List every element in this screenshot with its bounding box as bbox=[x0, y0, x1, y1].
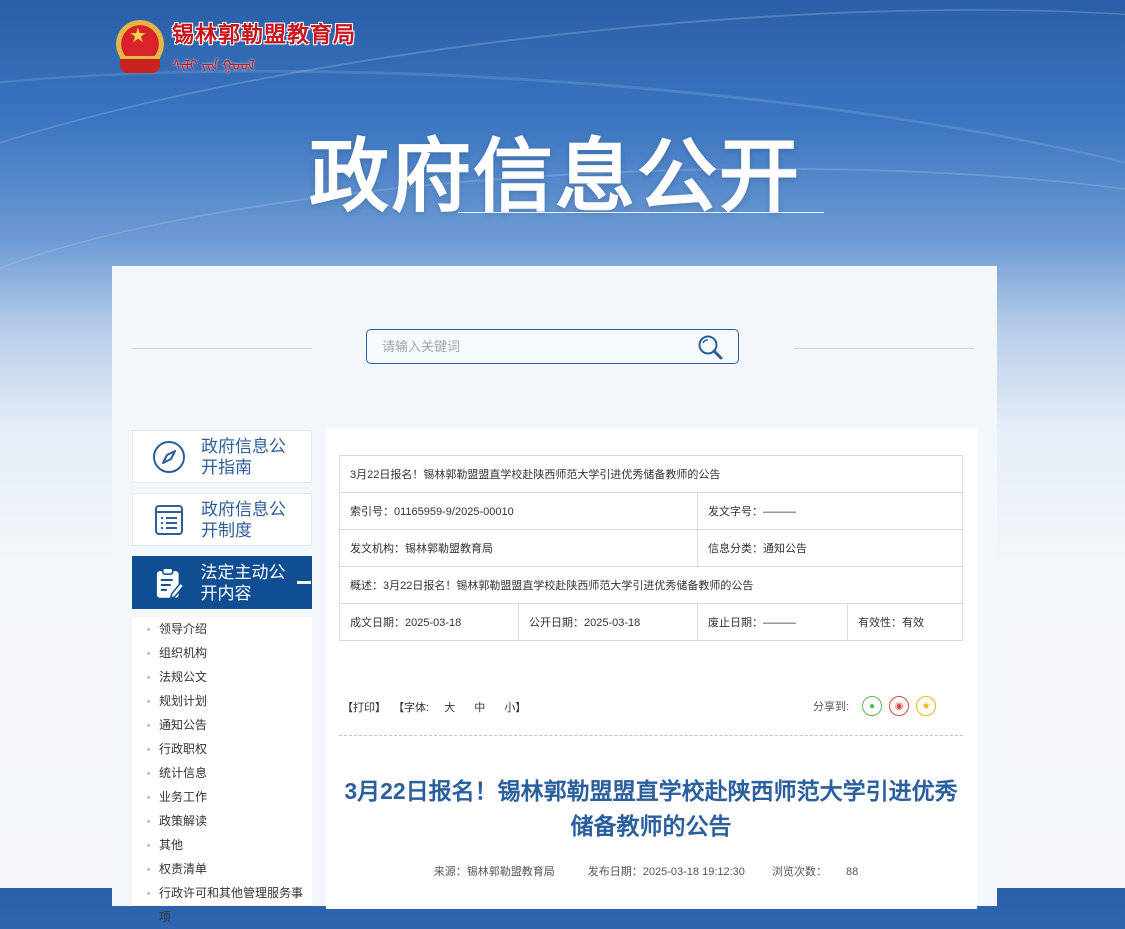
search-input[interactable] bbox=[367, 330, 692, 363]
clipboard-edit-icon bbox=[156, 566, 185, 599]
sidebar-item[interactable]: 通知公告 bbox=[132, 713, 312, 737]
sidebar-item[interactable]: 行政许可和其他管理服务事项 bbox=[132, 881, 312, 924]
article-meta: 来源：锡林郭勒盟教育局 发布日期：2025-03-18 19:12:30 浏览次… bbox=[339, 863, 963, 879]
sidebar-item[interactable]: 统计信息 bbox=[132, 761, 312, 785]
main-panel: 政府信息公开指南 政府信息公开制度 bbox=[112, 266, 997, 924]
logo-name-mongolian: ᠰᠢᠯᠢ ᠶᠢᠨ ᠭᠣᠣᠯ bbox=[172, 57, 255, 73]
info-table: 3月22日报名！锡林郭勒盟盟直学校赴陕西师范大学引进优秀储备教师的公告 索引号：… bbox=[339, 455, 963, 641]
share-label: 分享到: bbox=[813, 701, 850, 713]
search-box bbox=[366, 329, 739, 364]
views-count: 88 bbox=[846, 866, 859, 878]
info-created-date: 成文日期：2025-03-18 bbox=[339, 603, 519, 641]
info-published-date: 公开日期：2025-03-18 bbox=[518, 603, 698, 641]
font-large-link[interactable]: 大 bbox=[444, 702, 455, 714]
search-icon[interactable] bbox=[696, 334, 724, 362]
sidebar-item[interactable]: 其他 bbox=[132, 833, 312, 857]
sidebar-sublist: 领导介绍 组织机构 法规公文 规划计划 通知公告 行政职权 统计信息 业务工作 … bbox=[132, 617, 312, 924]
info-category: 信息分类：通知公告 bbox=[697, 529, 963, 567]
article-source: 来源：锡林郭勒盟教育局 bbox=[433, 866, 555, 878]
sidebar-item[interactable]: 行政职权 bbox=[132, 737, 312, 761]
sidebar-item[interactable]: 权责清单 bbox=[132, 857, 312, 881]
info-validity: 有效性：有效 bbox=[847, 603, 963, 641]
logo-name-chinese: 锡林郭勒盟教育局 bbox=[172, 22, 357, 48]
article-title: 3月22日报名！锡林郭勒盟盟直学校赴陕西师范大学引进优秀储备教师的公告 bbox=[344, 778, 958, 839]
print-link[interactable]: 【打印】 bbox=[342, 702, 386, 714]
weibo-share-icon[interactable]: ◉ bbox=[889, 696, 910, 716]
sidebar: 政府信息公开指南 政府信息公开制度 法定主动公开内容 领导介绍 组织机构 法规公… bbox=[132, 430, 312, 924]
sidebar-item[interactable]: 法规公文 bbox=[132, 665, 312, 689]
wechat-share-icon[interactable]: ● bbox=[862, 696, 883, 716]
qzone-share-icon[interactable]: ★ bbox=[916, 696, 937, 716]
sidebar-item[interactable]: 政策解读 bbox=[132, 809, 312, 833]
collapse-icon[interactable] bbox=[297, 581, 311, 584]
search-divider-left bbox=[132, 348, 312, 349]
font-small-link[interactable]: 小】 bbox=[504, 702, 526, 714]
info-summary: 概述：3月22日报名！锡林郭勒盟盟直学校赴陕西师范大学引进优秀储备教师的公告 bbox=[339, 566, 963, 604]
national-emblem-icon: ★ bbox=[114, 18, 166, 74]
list-document-icon bbox=[155, 504, 183, 535]
article-content: 3月22日报名！锡林郭勒盟盟直学校赴陕西师范大学引进优秀储备教师的公告 索引号：… bbox=[326, 429, 977, 909]
article-publish-time: 发布日期：2025-03-18 19:12:30 bbox=[578, 866, 758, 878]
hero-underline bbox=[458, 212, 824, 213]
info-index-no: 索引号：01165959-9/2025-00010 bbox=[339, 492, 698, 530]
sidebar-item[interactable]: 规划计划 bbox=[132, 689, 312, 713]
sidebar-card-statutory[interactable]: 法定主动公开内容 bbox=[132, 556, 312, 609]
sidebar-card-label: 政府信息公开指南 bbox=[201, 436, 286, 477]
hero-title: 政府信息公开 bbox=[309, 132, 801, 221]
sidebar-item[interactable]: 组织机构 bbox=[132, 641, 312, 665]
publish-time-text: 发布日期：2025-03-18 19:12:30 bbox=[587, 866, 745, 878]
search-divider-right bbox=[794, 348, 974, 349]
info-agency: 发文机构：锡林郭勒盟教育局 bbox=[339, 529, 698, 567]
share-bar: 分享到: ● ◉ ★ bbox=[813, 696, 937, 716]
sidebar-item[interactable]: 领导介绍 bbox=[132, 617, 312, 641]
info-title: 3月22日报名！锡林郭勒盟盟直学校赴陕西师范大学引进优秀储备教师的公告 bbox=[339, 455, 963, 493]
font-size-label: 【字体: bbox=[393, 702, 430, 714]
sidebar-card-label: 政府信息公开制度 bbox=[201, 499, 286, 540]
article-views: 浏览次数： 88 bbox=[762, 866, 868, 878]
dashed-divider bbox=[339, 735, 963, 736]
sidebar-card-label: 法定主动公开内容 bbox=[200, 562, 286, 603]
info-abolished-date: 废止日期：——— bbox=[697, 603, 848, 641]
font-medium-link[interactable]: 中 bbox=[474, 702, 485, 714]
article-tools: 【打印】 【字体: 大 中 小】 bbox=[342, 699, 530, 715]
views-label: 浏览次数： bbox=[771, 866, 827, 878]
compass-icon bbox=[153, 440, 185, 473]
site-logo[interactable]: ★ 锡林郭勒盟教育局 ᠰᠢᠯᠢ ᠶᠢᠨ ᠭᠣᠣᠯ bbox=[114, 17, 356, 75]
sidebar-card-system[interactable]: 政府信息公开制度 bbox=[132, 493, 312, 546]
sidebar-card-guide[interactable]: 政府信息公开指南 bbox=[132, 430, 312, 483]
info-doc-no: 发文字号：——— bbox=[697, 492, 963, 530]
sidebar-item[interactable]: 业务工作 bbox=[132, 785, 312, 809]
